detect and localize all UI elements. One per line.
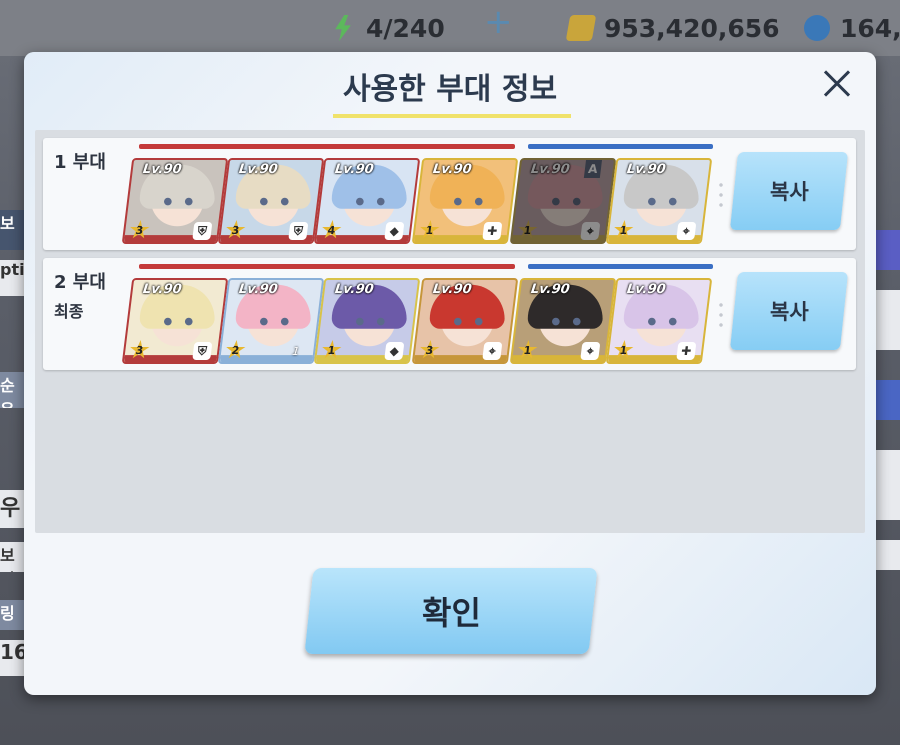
portrait-eyes (354, 318, 387, 325)
tank-icon: ◆ (384, 342, 405, 360)
portrait-eyes (354, 198, 387, 205)
team-list-panel: 1 부대 복사 Lv.90 3 ⛨ Lv.90 3 ⛨ Lv.90 4 ◆ Lv.90 1 ✚ Lv.9… (35, 130, 865, 533)
student-level: Lv.90 (141, 162, 183, 177)
portrait-eyes (162, 318, 195, 325)
bg-left-item: 보기 (0, 542, 26, 572)
portrait-eyes (258, 198, 291, 205)
copy-button[interactable]: 복사 (729, 272, 849, 350)
assist-badge: A (583, 160, 603, 178)
stamina-display: 4/240 (330, 10, 445, 46)
gem-icon (804, 15, 830, 41)
copy-button-label: 복사 (769, 300, 809, 324)
bg-left-item: 순우 (0, 372, 26, 408)
bg-left-item: 보 (0, 210, 26, 250)
team-name: 1 부대 (54, 152, 106, 173)
separator-dots (719, 180, 723, 210)
team-row: 2 부대 최종 복사 Lv.90 3 ⛨ Lv.90 2 1 Lv.90 1 ◆ Lv.90 3 ⌖ L… (43, 258, 856, 370)
resource-bar: 4/240 + 953,420,656 164,9 (0, 0, 900, 56)
team-subtitle: 최종 (54, 302, 84, 321)
bg-right-item (876, 450, 900, 520)
student-level: Lv.90 (333, 282, 375, 297)
student-card[interactable]: Lv.90 2 1 (217, 278, 325, 364)
stamina-icon (335, 15, 351, 41)
stamina-value: 4/240 (366, 13, 445, 43)
bg-left-item: 16 (0, 640, 26, 676)
healer-icon: ✚ (676, 342, 697, 360)
card-footer (220, 355, 322, 364)
add-stamina-icon[interactable]: + (484, 2, 513, 42)
student-level: Lv.90 (625, 282, 667, 297)
portrait-eyes (452, 198, 485, 205)
portrait-eyes (452, 318, 485, 325)
special-group-bar (528, 264, 713, 269)
bg-left-item: 링 포 (0, 600, 26, 630)
background-left-panel: 보 ptio 순우 우 보기 링 포 16 (0, 60, 26, 740)
student-card[interactable]: Lv.90 1 ⌖ A (509, 158, 617, 244)
confirm-button[interactable]: 확인 (304, 568, 598, 654)
student-level: Lv.90 (333, 162, 375, 177)
dialog-title: 사용한 부대 정보 (342, 72, 558, 107)
student-level: Lv.90 (431, 162, 473, 177)
copy-button[interactable]: 복사 (729, 152, 849, 230)
credit-icon (565, 15, 597, 41)
target-icon: ⌖ (482, 342, 503, 360)
used-team-info-dialog: 사용한 부대 정보 1 부대 복사 Lv.90 3 ⛨ Lv.90 3 ⛨ Lv.90 4 ◆ L… (24, 52, 876, 695)
portrait-eyes (162, 198, 195, 205)
student-card[interactable]: Lv.90 4 ◆ (313, 158, 421, 244)
bg-right-item (876, 540, 900, 570)
student-level: Lv.90 (431, 282, 473, 297)
student-card[interactable]: Lv.90 3 ⌖ (411, 278, 519, 364)
credits-display: 953,420,656 (565, 10, 780, 46)
bg-right-item (876, 290, 900, 350)
target-icon: ⌖ (676, 222, 697, 240)
student-level: Lv.90 (625, 162, 667, 177)
student-level: Lv.90 (237, 162, 279, 177)
student-card[interactable]: Lv.90 3 ⛨ (121, 158, 229, 244)
gems-display: 164,9 (804, 10, 900, 46)
team-row: 1 부대 복사 Lv.90 3 ⛨ Lv.90 3 ⛨ Lv.90 4 ◆ Lv.90 1 ✚ Lv.9… (43, 138, 856, 250)
student-card[interactable]: Lv.90 1 ✚ (411, 158, 519, 244)
copy-button-label: 복사 (769, 180, 809, 204)
bg-right-item (876, 380, 900, 420)
student-card[interactable]: Lv.90 3 ⛨ (217, 158, 325, 244)
striker-group-bar (139, 144, 515, 149)
student-level: Lv.90 (529, 162, 571, 177)
portrait-eyes (550, 198, 583, 205)
student-card[interactable]: Lv.90 1 ⌖ (509, 278, 617, 364)
target-icon: ⌖ (580, 222, 601, 240)
support-icon: ⛨ (288, 222, 309, 240)
gems-value: 164,9 (840, 13, 900, 43)
portrait-eyes (550, 318, 583, 325)
bg-left-item: 우 (0, 490, 26, 528)
healer-icon: ✚ (482, 222, 503, 240)
support-icon: ⛨ (192, 222, 213, 240)
bg-right-item (876, 230, 900, 270)
student-level: Lv.90 (237, 282, 279, 297)
portrait-eyes (646, 198, 679, 205)
special-group-bar (528, 144, 713, 149)
student-card[interactable]: Lv.90 1 ✚ (605, 278, 713, 364)
student-card[interactable]: Lv.90 3 ⛨ (121, 278, 229, 364)
student-card[interactable]: Lv.90 1 ⌖ (605, 158, 713, 244)
bg-left-item: ptio (0, 260, 26, 296)
team-name: 2 부대 (54, 272, 106, 293)
support-icon: ⛨ (192, 342, 213, 360)
student-level: Lv.90 (141, 282, 183, 297)
portrait-eyes (646, 318, 679, 325)
striker-group-bar (139, 264, 515, 269)
student-level: Lv.90 (529, 282, 571, 297)
tank-icon: ◆ (384, 222, 405, 240)
student-card[interactable]: Lv.90 1 ◆ (313, 278, 421, 364)
confirm-button-label: 확인 (421, 594, 481, 632)
target-icon: ⌖ (580, 342, 601, 360)
credits-value: 953,420,656 (604, 13, 780, 43)
title-underline (333, 114, 571, 118)
close-icon[interactable] (816, 64, 856, 104)
separator-dots (719, 300, 723, 330)
portrait-eyes (258, 318, 291, 325)
